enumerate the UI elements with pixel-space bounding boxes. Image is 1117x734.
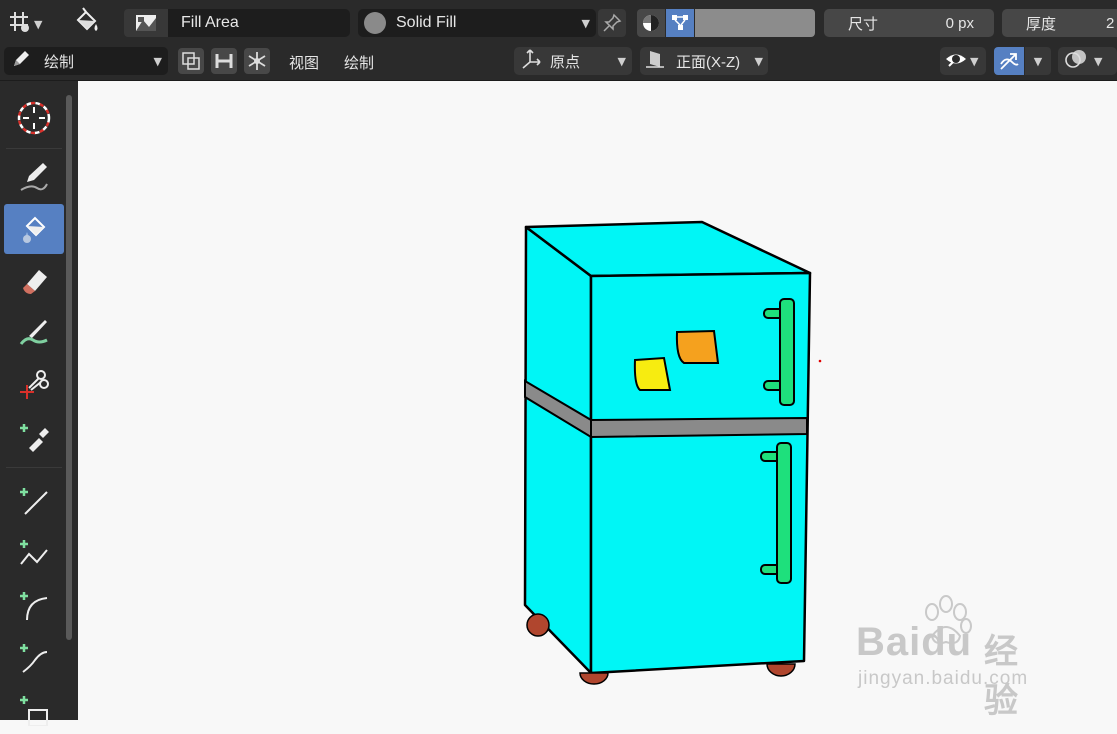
eyedropper-icon bbox=[20, 424, 49, 452]
cutter-tool[interactable] bbox=[4, 360, 64, 410]
polyline-tool[interactable] bbox=[4, 528, 64, 578]
chevron-down-icon: ▼ bbox=[1094, 54, 1103, 68]
vertex-color-icon[interactable] bbox=[666, 9, 694, 37]
fill-bucket-icon[interactable] bbox=[70, 6, 102, 42]
line-icon bbox=[20, 488, 48, 515]
multiframe-icon[interactable] bbox=[178, 48, 204, 74]
size-field[interactable]: 尺寸 0 px bbox=[824, 9, 994, 37]
fill-style-dropdown[interactable]: Solid Fill ▼ bbox=[358, 9, 596, 37]
cursor-tool[interactable] bbox=[4, 93, 64, 143]
eraser-icon bbox=[23, 270, 47, 294]
material-name: Fill Area bbox=[181, 14, 239, 31]
menu-view[interactable]: 视图 bbox=[289, 52, 319, 73]
tint-brush-icon bbox=[19, 320, 48, 345]
view-label: 正面(X-Z) bbox=[676, 53, 741, 71]
thickness-label: 厚度 bbox=[1026, 15, 1057, 33]
material-selector[interactable]: Fill Area bbox=[124, 9, 350, 37]
draw-brush-icon bbox=[20, 163, 48, 191]
gizmo-dropdown[interactable]: ▼ bbox=[1025, 47, 1051, 75]
chevron-down-icon: ▼ bbox=[617, 54, 626, 68]
arc-icon bbox=[20, 592, 48, 621]
pencil-icon bbox=[10, 48, 32, 74]
arc-tool[interactable] bbox=[4, 580, 64, 630]
chevron-down-icon: ▼ bbox=[153, 54, 162, 68]
box-tool[interactable] bbox=[4, 684, 64, 734]
box-icon bbox=[20, 696, 48, 726]
menu-draw[interactable]: 绘制 bbox=[344, 52, 374, 73]
chevron-down-icon: ▼ bbox=[754, 54, 763, 68]
eyedropper-tool[interactable] bbox=[4, 412, 64, 462]
fill-tool[interactable] bbox=[4, 204, 64, 254]
line-tool[interactable] bbox=[4, 476, 64, 526]
size-value: 0 px bbox=[945, 14, 974, 32]
pin-icon[interactable] bbox=[598, 9, 626, 37]
watermark-url: jingyan.baidu.com bbox=[858, 668, 1029, 689]
size-label: 尺寸 bbox=[848, 15, 879, 33]
color-mode-icon[interactable] bbox=[637, 9, 665, 37]
visibility-dropdown[interactable]: ▼ bbox=[940, 47, 986, 75]
draw-mode-icon bbox=[6, 9, 32, 39]
view-dropdown[interactable]: 正面(X-Z) ▼ bbox=[640, 47, 768, 75]
cutter-scissors-icon bbox=[20, 370, 49, 399]
curve-tool[interactable] bbox=[4, 632, 64, 682]
toolbar-divider bbox=[6, 148, 62, 149]
gizmo-toggle-icon[interactable] bbox=[994, 47, 1024, 75]
chevron-down-icon: ▼ bbox=[581, 16, 590, 30]
toolbar-scrollbar[interactable] bbox=[66, 95, 72, 640]
stroke-edit-icon[interactable] bbox=[211, 48, 237, 74]
erase-tool[interactable] bbox=[4, 256, 64, 306]
polyline-icon bbox=[20, 540, 48, 565]
toolbar-divider bbox=[6, 467, 62, 468]
fill-style-label: Solid Fill bbox=[396, 14, 457, 31]
fill-bucket-tool-icon bbox=[23, 216, 46, 243]
draw-tool[interactable] bbox=[4, 152, 64, 202]
color-swatch[interactable] bbox=[695, 9, 815, 37]
mode-dropdown[interactable]: 绘制 ▼ bbox=[4, 47, 168, 75]
pivot-label: 原点 bbox=[550, 53, 581, 71]
watermark-brand: Baidu bbox=[856, 620, 973, 664]
origin-icon bbox=[520, 48, 542, 74]
material-swatch-icon bbox=[124, 9, 168, 37]
pivot-dropdown[interactable]: 原点 ▼ bbox=[514, 47, 632, 75]
chevron-down-icon: ▼ bbox=[970, 54, 979, 68]
snowflake-icon[interactable] bbox=[244, 48, 270, 74]
fill-color-dot-icon bbox=[364, 12, 386, 34]
overlay-icon bbox=[1064, 48, 1088, 74]
thickness-field[interactable]: 厚度 2 bbox=[1002, 9, 1117, 37]
mode-selector[interactable]: ▼ bbox=[6, 9, 42, 39]
mode-label: 绘制 bbox=[44, 53, 75, 71]
front-plane-icon bbox=[644, 48, 666, 74]
eye-icon bbox=[944, 49, 968, 73]
tint-tool[interactable] bbox=[4, 308, 64, 358]
overlay-dropdown[interactable]: ▼ bbox=[1058, 47, 1117, 75]
chevron-down-icon: ▼ bbox=[1033, 54, 1043, 68]
thickness-value: 2 bbox=[1106, 14, 1115, 32]
curve-icon bbox=[20, 644, 48, 673]
cursor-icon bbox=[17, 101, 51, 135]
